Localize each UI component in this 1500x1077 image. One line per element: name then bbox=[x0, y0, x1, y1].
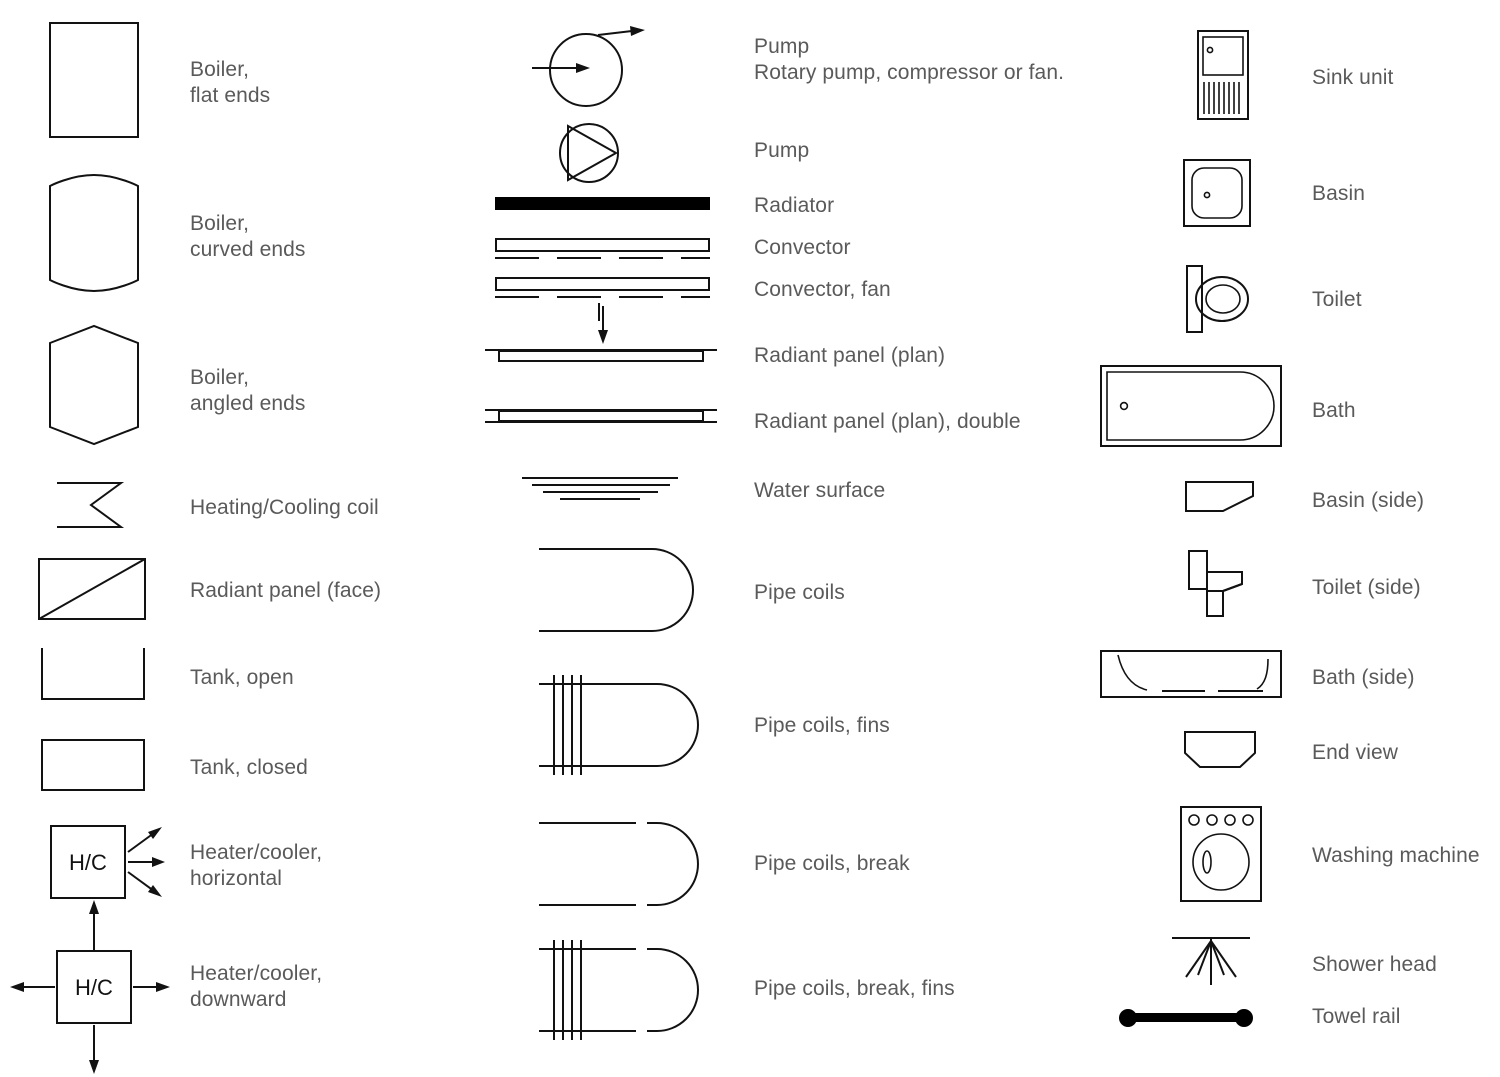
toilet-symbol bbox=[1186, 265, 1250, 333]
boiler-flat-ends-label: Boiler, flat ends bbox=[190, 58, 271, 107]
boiler-flat-ends-symbol bbox=[49, 22, 139, 138]
convector-fan-label: Convector, fan bbox=[754, 278, 891, 301]
bath-label: Bath bbox=[1312, 399, 1356, 422]
heating-cooling-coil-label: Heating/Cooling coil bbox=[190, 496, 379, 519]
pump-triangle-symbol bbox=[558, 122, 620, 184]
heater-cooler-downward-label: Heater/cooler, downward bbox=[190, 962, 323, 1011]
pipe-coils-label: Pipe coils bbox=[754, 581, 845, 604]
boiler-curved-ends-symbol bbox=[49, 173, 139, 293]
radiator-label: Radiator bbox=[754, 194, 835, 217]
tank-closed-label: Tank, closed bbox=[190, 756, 308, 779]
bath-side-label: Bath (side) bbox=[1312, 666, 1415, 689]
radiant-panel-plan-double-label: Radiant panel (plan), double bbox=[754, 410, 1021, 433]
boiler-curved-ends-label: Boiler, curved ends bbox=[190, 212, 306, 261]
convector-label: Convector bbox=[754, 236, 851, 259]
radiant-panel-plan-symbol bbox=[485, 306, 717, 362]
convector-symbol bbox=[495, 238, 710, 262]
pipe-coils-symbol bbox=[539, 547, 699, 633]
pump-rotary-label: Pump Rotary pump, compressor or fan. bbox=[754, 35, 1065, 84]
boiler-angled-ends-label: Boiler, angled ends bbox=[190, 366, 306, 415]
heater-cooler-downward-symbol: H/C bbox=[0, 900, 175, 1077]
basin-symbol bbox=[1183, 159, 1251, 227]
basin-side-label: Basin (side) bbox=[1312, 489, 1425, 512]
pump-rotary-symbol bbox=[528, 18, 653, 128]
pipe-coils-fins-symbol bbox=[539, 675, 704, 775]
washing-machine-label: Washing machine bbox=[1312, 844, 1480, 867]
radiant-panel-face-label: Radiant panel (face) bbox=[190, 579, 382, 602]
water-surface-label: Water surface bbox=[754, 479, 886, 502]
toilet-side-symbol bbox=[1188, 550, 1258, 618]
heater-cooler-horizontal-label: Heater/cooler, horizontal bbox=[190, 841, 323, 890]
toilet-side-label: Toilet (side) bbox=[1312, 576, 1421, 599]
bath-symbol bbox=[1100, 365, 1282, 447]
pipe-coils-break-symbol bbox=[539, 820, 704, 912]
pump-triangle-label: Pump bbox=[754, 139, 810, 162]
towel-rail-symbol bbox=[1118, 1008, 1254, 1028]
pipe-coils-break-fins-label: Pipe coils, break, fins bbox=[754, 977, 955, 1000]
basin-label: Basin bbox=[1312, 182, 1366, 205]
washing-machine-symbol bbox=[1180, 806, 1262, 902]
radiant-panel-face-symbol bbox=[38, 558, 146, 620]
boiler-angled-ends-symbol bbox=[49, 324, 139, 446]
heater-cooler-horizontal-symbol: H/C bbox=[50, 822, 170, 902]
symbols-legend-page: Boiler, flat ends Boiler, curved ends Bo… bbox=[0, 0, 1500, 1077]
tank-open-label: Tank, open bbox=[190, 666, 294, 689]
basin-side-symbol bbox=[1185, 481, 1255, 513]
radiant-panel-plan-double-symbol bbox=[485, 407, 717, 429]
sink-unit-label: Sink unit bbox=[1312, 66, 1394, 89]
pipe-coils-fins-label: Pipe coils, fins bbox=[754, 714, 890, 737]
heater-cooler-downward-box-text: H/C bbox=[75, 975, 113, 1000]
towel-rail-label: Towel rail bbox=[1312, 1005, 1401, 1028]
heating-cooling-coil-symbol bbox=[57, 481, 135, 529]
pipe-coils-break-fins-symbol bbox=[539, 940, 704, 1040]
end-view-symbol bbox=[1184, 731, 1256, 769]
tank-open-symbol bbox=[41, 648, 145, 700]
radiator-symbol bbox=[495, 196, 710, 212]
pipe-coils-break-label: Pipe coils, break bbox=[754, 852, 910, 875]
heater-cooler-horizontal-box-text: H/C bbox=[69, 850, 107, 875]
radiant-panel-plan-label: Radiant panel (plan) bbox=[754, 344, 946, 367]
tank-closed-symbol bbox=[41, 739, 145, 791]
shower-head-label: Shower head bbox=[1312, 953, 1437, 976]
water-surface-symbol bbox=[520, 476, 680, 504]
end-view-label: End view bbox=[1312, 741, 1399, 764]
sink-unit-symbol bbox=[1197, 30, 1249, 120]
toilet-label: Toilet bbox=[1312, 288, 1362, 311]
shower-head-symbol bbox=[1172, 935, 1250, 987]
bath-side-symbol bbox=[1100, 650, 1282, 698]
